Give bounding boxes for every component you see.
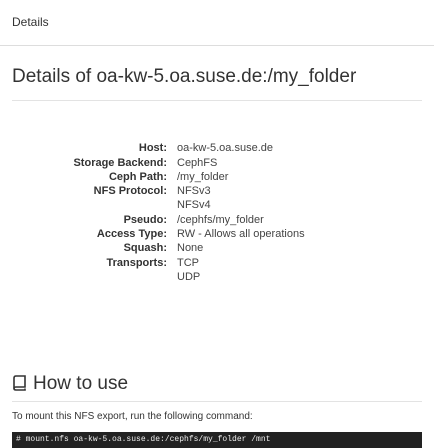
squash-value: None xyxy=(177,242,204,254)
nfs-protocol-value-1: NFSv3 xyxy=(177,185,211,197)
transports-value-2: UDP xyxy=(177,271,201,283)
divider xyxy=(12,100,422,101)
tab-details[interactable]: Details xyxy=(12,15,49,29)
pseudo-value: /cephfs/my_folder xyxy=(177,214,264,226)
how-to-use-title: How to use xyxy=(33,373,129,394)
pseudo-label: Pseudo: xyxy=(123,214,167,226)
property-row-access-type: Access Type: RW - Allows all operations xyxy=(0,228,434,242)
property-row-nfs-protocol: NFS Protocol: NFSv3 xyxy=(0,185,434,199)
nfs-protocol-label: NFS Protocol: xyxy=(93,185,167,197)
page-title: Details of oa-kw-5.oa.suse.de:/my_folder xyxy=(12,66,357,87)
property-row-transports: Transports: TCP xyxy=(0,257,434,271)
book-icon xyxy=(12,375,28,397)
ceph-path-label: Ceph Path: xyxy=(108,171,167,183)
property-row-host: Host: oa-kw-5.oa.suse.de xyxy=(0,142,434,157)
mount-instruction: To mount this NFS export, run the follow… xyxy=(12,411,253,422)
host-value: oa-kw-5.oa.suse.de xyxy=(177,142,273,154)
property-row-ceph-path: Ceph Path: /my_folder xyxy=(0,171,434,185)
nfs-protocol-value-2: NFSv4 xyxy=(177,199,211,211)
properties-list: Host: oa-kw-5.oa.suse.de Storage Backend… xyxy=(0,142,434,285)
transports-value-1: TCP xyxy=(177,257,199,269)
transports-label: Transports: xyxy=(106,257,167,269)
mount-command[interactable]: # mount.nfs oa-kw-5.oa.suse.de:/cephfs/m… xyxy=(12,432,422,448)
how-to-use-heading: How to use xyxy=(12,373,128,397)
property-row-storage-backend: Storage Backend: CephFS xyxy=(0,157,434,171)
storage-backend-label: Storage Backend: xyxy=(73,157,167,169)
property-row-squash: Squash: None xyxy=(0,242,434,257)
property-row-transports-cont: UDP xyxy=(0,271,434,285)
tab-bar: Details xyxy=(0,0,434,46)
ceph-path-value: /my_folder xyxy=(177,171,229,183)
squash-label: Squash: xyxy=(123,242,167,254)
access-type-value: RW - Allows all operations xyxy=(177,228,305,240)
host-label: Host: xyxy=(138,142,167,154)
storage-backend-value: CephFS xyxy=(177,157,218,169)
access-type-label: Access Type: xyxy=(96,228,167,240)
property-row-pseudo: Pseudo: /cephfs/my_folder xyxy=(0,214,434,228)
property-row-nfs-protocol-cont: NFSv4 xyxy=(0,199,434,214)
divider xyxy=(12,401,422,402)
